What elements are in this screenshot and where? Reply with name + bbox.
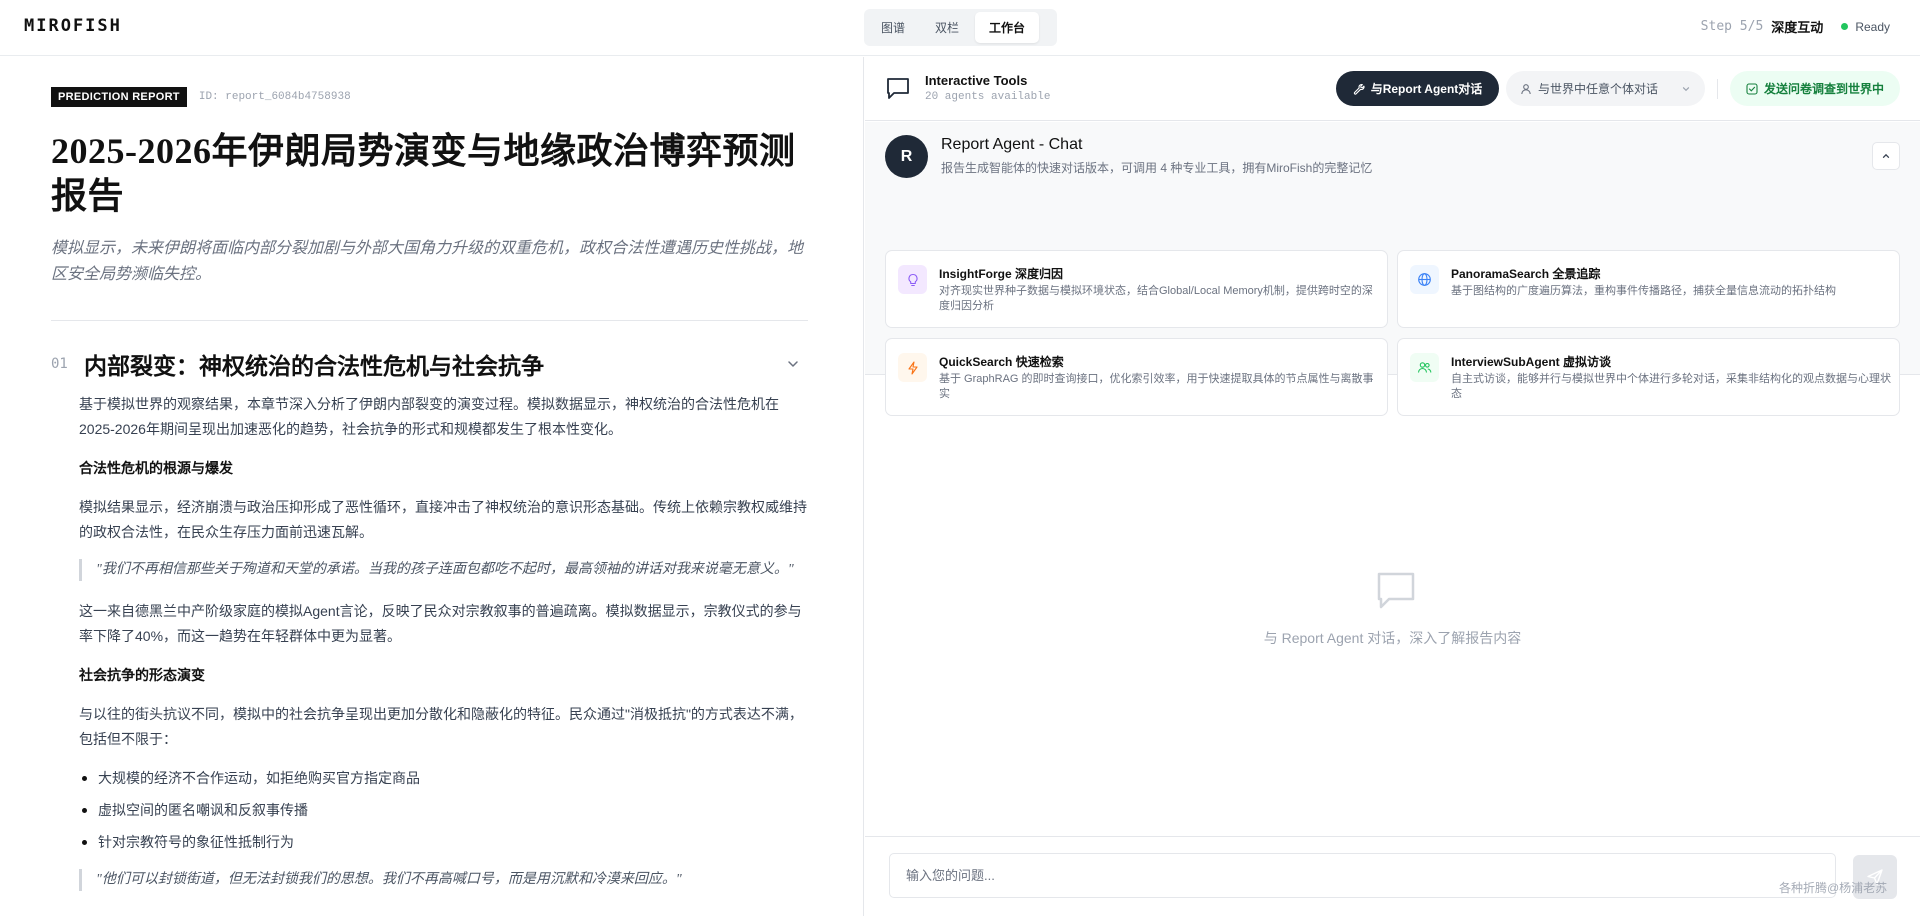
report-subtitle: 模拟显示，未来伊朗将面临内部分裂加剧与外部大国角力升级的双重危机，政权合法性遭遇… [51, 240, 804, 283]
user-icon [1521, 83, 1531, 94]
brand-logo: MIROFISH [24, 16, 122, 36]
chevron-down-icon [1682, 86, 1690, 91]
tab-split[interactable]: 双栏 [921, 12, 973, 43]
view-switch: 图谱 双栏 工作台 [864, 9, 1057, 46]
report-content: PREDICTION REPORT ID: report_6084b475893… [51, 87, 808, 909]
world-agent-label: 与世界中任意个体对话 [1538, 82, 1659, 96]
tool-name: QuickSearch 快速检索 [939, 355, 1064, 369]
interactive-panel: Interactive Tools 20 agents available 与R… [865, 57, 1920, 916]
avatar: R [885, 135, 928, 178]
collapse-button[interactable] [1872, 142, 1900, 170]
subheading: 社会抗争的形态演变 [79, 667, 205, 683]
section-header[interactable]: 01 内部裂变：神权统治的合法性危机与社会抗争 [51, 349, 808, 379]
step-indicator: Step 5/5 深度互动 Ready [1701, 17, 1890, 36]
tools-bar: Interactive Tools 20 agents available 与R… [865, 57, 1920, 121]
chat-input[interactable] [889, 853, 1836, 898]
bullet-list: 大规模的经济不合作运动，如拒绝购买官方指定商品 虚拟空间的匿名嘲讽和反叙事传播 … [79, 766, 808, 855]
empty-chat-text: 与 Report Agent 对话，深入了解报告内容 [1263, 630, 1522, 646]
agent-info-panel: R Report Agent - Chat 报告生成智能体的快速对话版本，可调用… [865, 122, 1920, 416]
report-agent-chat-label: 与Report Agent对话 [1370, 82, 1483, 96]
chat-input-bar [865, 836, 1920, 916]
quote: "他们可以封锁街道，但无法封锁我们的思想。我们不再高喊口号，而是用沉默和冷漠来回… [79, 869, 808, 891]
divider [1717, 79, 1718, 99]
tool-name: InterviewSubAgent 虚拟访谈 [1451, 355, 1612, 369]
status-dot [1841, 23, 1849, 30]
send-survey-label: 发送问卷调查到世界中 [1763, 82, 1884, 96]
send-survey-button[interactable]: 发送问卷调查到世界中 [1730, 71, 1900, 106]
list-item: 大规模的经济不合作运动，如拒绝购买官方指定商品 [79, 766, 808, 791]
wrench-icon [1353, 83, 1365, 95]
report-title: 2025-2026年伊朗局势演变与地缘政治博弈预测报告 [51, 131, 796, 216]
divider [51, 320, 808, 321]
section-title: 内部裂变：神权统治的合法性危机与社会抗争 [84, 354, 544, 379]
tool-card-insightforge: InsightForge 深度归因 对齐现实世界种子数据与模拟环境状态，结合Gl… [885, 250, 1388, 328]
list-item: 虚拟空间的匿名嘲讽和反叙事传播 [79, 798, 808, 823]
paragraph: 模拟结果显示，经济崩溃与政治压抑形成了恶性循环，直接冲击了神权统治的意识形态基础… [79, 499, 807, 540]
report-meta: PREDICTION REPORT ID: report_6084b475893… [51, 87, 808, 107]
paragraph: 这一来自德黑兰中产阶级家庭的模拟Agent言论，反映了民众对宗教叙事的普遍疏离。… [79, 603, 802, 644]
paragraph: 与以往的街头抗议不同，模拟中的社会抗争呈现出更加分散化和隐蔽化的特征。民众通过"… [79, 706, 803, 747]
paragraph: 基于模拟世界的观察结果，本章节深入分析了伊朗内部裂变的演变过程。模拟数据显示，神… [79, 396, 779, 437]
status-text: Ready [1855, 19, 1890, 34]
chat-bubble-icon [1377, 572, 1415, 609]
tools-title: Interactive Tools [925, 73, 1028, 88]
tool-name: InsightForge 深度归因 [939, 267, 1063, 281]
chevron-down-icon[interactable] [786, 357, 800, 371]
report-id: ID: report_6084b4758938 [198, 91, 351, 103]
checkbox-icon [1746, 82, 1758, 95]
top-bar: MIROFISH 图谱 双栏 工作台 Step 5/5 深度互动 Ready [0, 0, 1920, 56]
tool-card-panoramasearch: PanoramaSearch 全景追踪 基于图结构的广度遍历算法，重构事件传播路… [1397, 250, 1900, 328]
globe-icon [1410, 265, 1439, 294]
section-body: 基于模拟世界的观察结果，本章节深入分析了伊朗内部裂变的演变过程。模拟数据显示，神… [51, 392, 808, 891]
tab-graph[interactable]: 图谱 [867, 12, 919, 43]
chat-bubble-icon [887, 78, 909, 99]
list-item: 针对宗教符号的象征性抵制行为 [79, 830, 808, 855]
report-pane[interactable]: PREDICTION REPORT ID: report_6084b475893… [0, 57, 864, 916]
tab-workbench[interactable]: 工作台 [975, 12, 1040, 43]
section-number: 01 [51, 356, 68, 372]
tool-name: PanoramaSearch 全景追踪 [1451, 267, 1601, 281]
agent-description: 报告生成智能体的快速对话版本，可调用 4 种专业工具，拥有MiroFish的完整… [941, 161, 1373, 175]
step-label: Step 5/5 [1700, 19, 1764, 34]
chevron-up-icon [1882, 153, 1890, 158]
tool-description: 基于图结构的广度遍历算法，重构事件传播路径，捕获全量信息流动的拓扑结构 [1451, 285, 1836, 297]
chat-messages-area: 与 Report Agent 对话，深入了解报告内容 [865, 375, 1920, 835]
quote: "我们不再相信那些关于殉道和天堂的承诺。当我的孩子连面包都吃不起时，最高领袖的讲… [79, 559, 808, 581]
report-agent-chat-button[interactable]: 与Report Agent对话 [1336, 71, 1499, 106]
tool-description: 对齐现实世界种子数据与模拟环境状态，结合Global/Local Memory机… [939, 285, 1373, 312]
subheading: 合法性危机的根源与爆发 [79, 460, 233, 476]
lightbulb-icon [898, 265, 927, 294]
report-badge: PREDICTION REPORT [51, 87, 187, 107]
step-name: 深度互动 [1771, 20, 1824, 35]
watermark: 各种折腾@杨浦老苏 [1779, 881, 1888, 895]
agents-count: 20 agents available [925, 91, 1051, 103]
world-agent-select[interactable]: 与世界中任意个体对话 [1506, 71, 1705, 106]
agent-name: Report Agent - Chat [941, 136, 1083, 153]
